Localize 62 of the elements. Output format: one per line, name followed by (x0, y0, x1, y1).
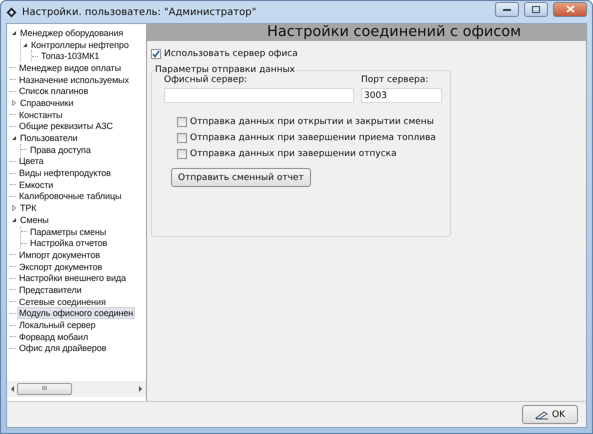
checkbox[interactable] (151, 49, 161, 59)
checkbox-label: Отправка данных при завершении отпуска (190, 149, 397, 159)
tree-item[interactable]: Настройки внешнего вида (17, 272, 128, 284)
panel-heading: Настройки соединений с офисом (147, 24, 586, 41)
collapsed-arrow-icon[interactable] (10, 204, 18, 212)
tree-item[interactable]: Экспорт документов (17, 260, 104, 273)
minimize-icon (503, 8, 511, 10)
expanded-arrow-icon[interactable] (10, 28, 18, 37)
tree-item[interactable]: Права доступа (28, 144, 93, 156)
tree-item[interactable]: Топаз-103МК1 (39, 50, 102, 62)
tree-item[interactable]: ТРК (18, 202, 38, 214)
maximize-icon (532, 6, 540, 12)
pencil-icon (535, 410, 549, 420)
input-field[interactable] (164, 88, 354, 103)
tree-item[interactable]: Локальный сервер (17, 319, 98, 332)
tree-item[interactable]: Цвета (17, 155, 46, 168)
group-title: Параметры отправки данных (154, 65, 296, 75)
checkbox[interactable] (177, 117, 187, 127)
tree-item[interactable]: Справочники (18, 96, 76, 109)
input-field[interactable]: 3003 (361, 88, 442, 103)
tree-item[interactable]: Пользователи (18, 132, 80, 144)
left-arrow-icon[interactable] (10, 386, 15, 392)
tree-item[interactable]: Импорт документов (17, 248, 102, 261)
tree-item[interactable]: Назначение используемых (17, 74, 131, 86)
tree-item[interactable]: Список плагинов (17, 85, 90, 98)
tree-item[interactable]: Менеджер видов оплаты (17, 62, 123, 74)
field-label: Офисный сервер: (164, 75, 248, 85)
send-report-button[interactable]: Отправить сменный отчет (171, 168, 311, 187)
right-arrow-icon[interactable] (138, 386, 143, 392)
expanded-arrow-icon[interactable] (10, 134, 18, 142)
minimize-button[interactable] (495, 2, 519, 16)
close-icon (566, 5, 574, 13)
checkbox[interactable] (177, 133, 187, 143)
expanded-arrow-icon[interactable] (21, 40, 29, 49)
checkbox-label: Использовать сервер офиса (164, 49, 298, 59)
checkbox-label: Отправка данных при завершении приема топлива (190, 133, 436, 143)
tree-item[interactable]: Общие реквизиты АЗС (17, 120, 115, 132)
field-label: Порт сервера: (361, 75, 430, 85)
tree-item[interactable]: Сетевые соединения (17, 296, 108, 308)
tree-item[interactable]: Контроллеры нефтепро (29, 38, 131, 51)
tree-item[interactable]: Параметры смены (28, 226, 108, 238)
tree-item[interactable]: Офис для драйверов (17, 342, 108, 354)
check-icon (152, 50, 160, 58)
tree-item[interactable]: Менеджер оборудования (18, 26, 126, 39)
collapsed-arrow-icon[interactable] (10, 98, 18, 107)
tree-item[interactable]: Настройка отчетов (28, 237, 110, 250)
window-title: Настройки. пользователь: "Администратор" (22, 6, 258, 18)
checkbox[interactable] (177, 149, 187, 159)
expanded-arrow-icon[interactable] (10, 216, 18, 224)
tree-item[interactable]: Виды нефтепродуктов (17, 167, 113, 180)
tree-item[interactable]: Калибровочные таблицы (17, 190, 124, 202)
checkbox-label: Отправка данных при открытии и закрытии смены (190, 117, 434, 127)
tree-item[interactable]: Смены (18, 214, 51, 226)
tree-item[interactable]: Константы (17, 108, 64, 121)
tree-item[interactable]: Представители (17, 284, 84, 296)
tree-item[interactable]: Емкости (17, 178, 56, 191)
maximize-button[interactable] (524, 2, 548, 16)
tree-item[interactable]: Форвард мобаил (17, 330, 90, 343)
close-button[interactable] (553, 2, 587, 16)
ok-button[interactable]: OK (522, 405, 578, 424)
diamond-icon (6, 6, 17, 18)
tree-item[interactable]: Модуль офисного соединен (17, 307, 136, 320)
